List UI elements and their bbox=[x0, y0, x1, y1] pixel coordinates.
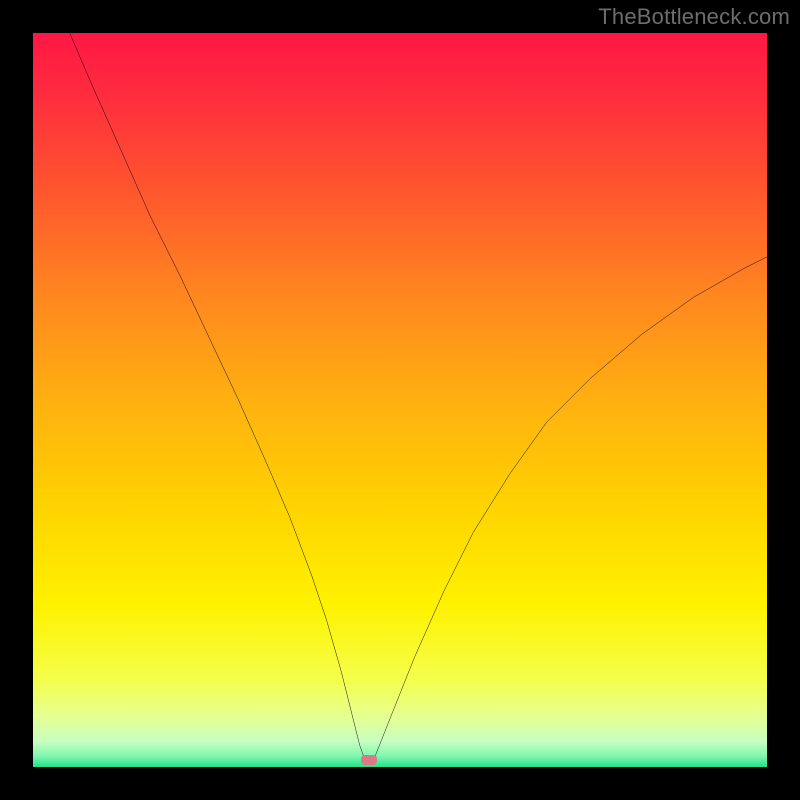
plot-area bbox=[33, 33, 767, 767]
bottleneck-chart-svg bbox=[33, 33, 767, 767]
gradient-background bbox=[33, 33, 767, 767]
optimal-marker bbox=[361, 755, 377, 765]
chart-frame: TheBottleneck.com bbox=[0, 0, 800, 800]
watermark-text: TheBottleneck.com bbox=[598, 4, 790, 30]
